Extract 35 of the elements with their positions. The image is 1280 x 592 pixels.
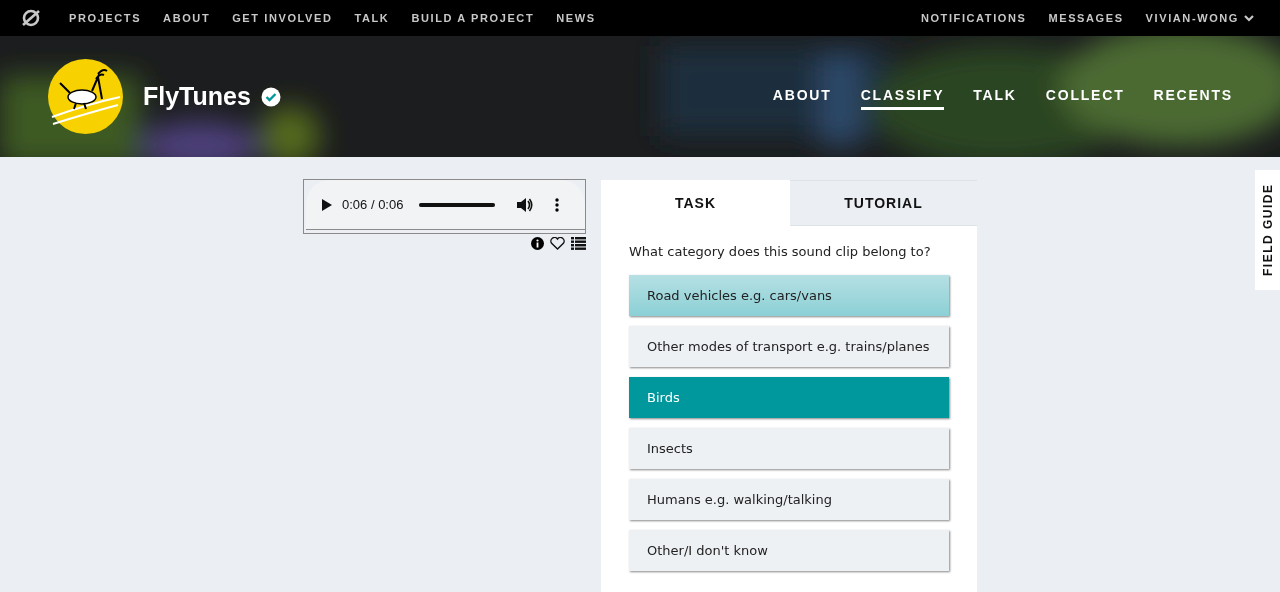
nav-link[interactable]: ABOUT bbox=[163, 12, 211, 24]
answer-option[interactable]: Insects bbox=[629, 428, 949, 469]
answer-option[interactable]: Birds bbox=[629, 377, 949, 418]
answer-option[interactable]: Humans e.g. walking/talking bbox=[629, 479, 949, 520]
answer-option[interactable]: Other modes of transport e.g. trains/planes bbox=[629, 326, 949, 367]
nav-link[interactable]: NOTIFICATIONS bbox=[920, 12, 1027, 24]
project-nav-link[interactable]: ABOUT bbox=[772, 83, 832, 110]
project-nav-link[interactable]: RECENTS bbox=[1153, 83, 1233, 110]
project-nav-link[interactable]: CLASSIFY bbox=[860, 83, 945, 110]
zooniverse-logo[interactable] bbox=[21, 8, 41, 28]
project-nav-link[interactable]: COLLECT bbox=[1045, 83, 1125, 110]
answer-option[interactable]: Other/I don't know bbox=[629, 530, 949, 571]
user-menu[interactable]: VIVIAN-WONG bbox=[1145, 12, 1254, 24]
heart-icon[interactable] bbox=[550, 237, 565, 250]
nav-link[interactable]: TALK bbox=[354, 12, 390, 24]
volume-icon[interactable] bbox=[517, 197, 534, 212]
more-options-icon[interactable] bbox=[555, 197, 560, 212]
progress-slider[interactable] bbox=[419, 202, 496, 207]
cricket-logo[interactable] bbox=[48, 59, 123, 134]
nav-link[interactable]: BUILD A PROJECT bbox=[411, 12, 535, 24]
play-icon[interactable] bbox=[322, 198, 332, 211]
nav-link[interactable]: PROJECTS bbox=[69, 12, 142, 24]
question-text: What category does this sound clip belong to? bbox=[629, 244, 932, 259]
chevron-down-icon bbox=[1244, 14, 1254, 22]
nav-link[interactable]: GET INVOLVED bbox=[232, 12, 333, 24]
info-icon[interactable] bbox=[531, 237, 544, 250]
answer-option[interactable]: Road vehicles e.g. cars/vans bbox=[629, 275, 949, 316]
time-display: 0:06 / 0:06 bbox=[342, 197, 404, 212]
project-title: FlyTunes bbox=[143, 82, 251, 111]
nav-link[interactable]: NEWS bbox=[556, 12, 596, 24]
panel-tab[interactable]: TUTORIAL bbox=[790, 180, 977, 226]
nav-link[interactable]: MESSAGES bbox=[1048, 12, 1124, 24]
field-guide-tab[interactable]: FIELD GUIDE bbox=[1255, 170, 1280, 290]
list-icon[interactable] bbox=[571, 237, 586, 250]
project-nav-link[interactable]: TALK bbox=[973, 83, 1017, 110]
